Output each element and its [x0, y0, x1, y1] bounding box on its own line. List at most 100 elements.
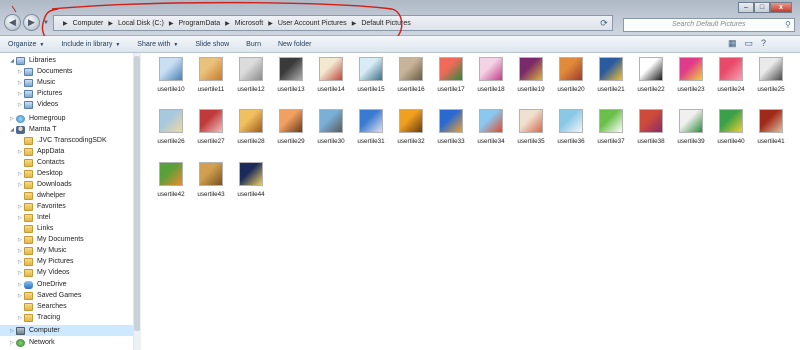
- file-item[interactable]: usertile15: [352, 57, 390, 101]
- preview-pane-icon[interactable]: ▭: [745, 38, 754, 49]
- breadcrumb-item[interactable]: Microsoft: [235, 20, 263, 27]
- file-item[interactable]: usertile40: [712, 109, 750, 153]
- sidebar-item-pictures[interactable]: ▷ Pictures: [16, 88, 62, 99]
- chevron-right-icon[interactable]: ▶: [169, 20, 174, 27]
- sidebar-item-my-pictures[interactable]: ▷ My Pictures: [16, 256, 74, 267]
- sidebar-item-my-documents[interactable]: ▷ My Documents: [16, 234, 84, 245]
- expand-arrow-icon[interactable]: ▷: [16, 248, 24, 254]
- breadcrumb-item[interactable]: Default Pictures: [361, 20, 410, 27]
- sidebar-item-favorites[interactable]: ▷ Favorites: [16, 201, 66, 212]
- search-icon[interactable]: ⚲: [785, 20, 791, 29]
- expand-arrow-icon[interactable]: ▷: [16, 182, 24, 188]
- sidebar-item-music[interactable]: ▷ Music: [16, 77, 55, 88]
- sidebar-item-appdata[interactable]: ▷ AppData: [16, 146, 64, 157]
- expand-arrow-icon[interactable]: ▷: [16, 69, 24, 75]
- breadcrumb-item[interactable]: User Account Pictures: [278, 20, 347, 27]
- file-item[interactable]: usertile24: [712, 57, 750, 101]
- sidebar-item-onedrive[interactable]: ▷ OneDrive: [16, 279, 67, 290]
- file-item[interactable]: usertile33: [432, 109, 470, 153]
- nav-scrollbar-thumb[interactable]: [134, 56, 140, 331]
- sidebar-item-desktop[interactable]: ▷ Desktop: [16, 168, 63, 179]
- recent-pages-dropdown[interactable]: ▼: [43, 20, 49, 26]
- file-item[interactable]: usertile20: [552, 57, 590, 101]
- file-item[interactable]: usertile25: [752, 57, 790, 101]
- expand-arrow-icon[interactable]: ▷: [16, 259, 24, 265]
- file-item[interactable]: usertile42: [152, 162, 190, 206]
- chevron-right-icon[interactable]: ▶: [268, 20, 273, 27]
- chevron-right-icon[interactable]: ▶: [225, 20, 230, 27]
- chevron-right-icon[interactable]: ▶: [352, 20, 357, 27]
- breadcrumb-item[interactable]: Local Disk (C:): [118, 20, 164, 27]
- refresh-icon[interactable]: ⟳: [596, 16, 612, 30]
- chevron-right-icon[interactable]: ▶: [108, 20, 113, 27]
- sidebar-item-libraries[interactable]: ◢ Libraries: [8, 55, 56, 66]
- new-folder-button[interactable]: New folder: [278, 41, 311, 48]
- file-item[interactable]: usertile28: [232, 109, 270, 153]
- minimize-button[interactable]: –: [738, 2, 754, 13]
- sidebar-item-homegroup[interactable]: ▷ Homegroup: [8, 113, 66, 124]
- slide-show-button[interactable]: Slide show: [195, 41, 229, 48]
- file-item[interactable]: usertile21: [592, 57, 630, 101]
- sidebar-item-contacts[interactable]: Contacts: [16, 157, 65, 168]
- file-item[interactable]: usertile11: [192, 57, 230, 101]
- sidebar-item-videos[interactable]: ▷ Videos: [16, 99, 58, 110]
- expand-arrow-icon[interactable]: ▷: [16, 282, 24, 288]
- file-item[interactable]: usertile22: [632, 57, 670, 101]
- collapse-arrow-icon[interactable]: ◢: [8, 58, 16, 64]
- expand-arrow-icon[interactable]: ▷: [16, 149, 24, 155]
- file-item[interactable]: usertile13: [272, 57, 310, 101]
- search-input[interactable]: Search Default Pictures: [623, 18, 795, 32]
- sidebar-item-network[interactable]: ▷ Network: [8, 337, 55, 348]
- expand-arrow-icon[interactable]: ▷: [8, 116, 16, 122]
- file-item[interactable]: usertile18: [472, 57, 510, 101]
- sidebar-item-jvc-transcodingsdk[interactable]: .JVC TranscodingSDK: [16, 135, 107, 146]
- sidebar-item-my-videos[interactable]: ▷ My Videos: [16, 267, 70, 278]
- back-button[interactable]: ◀: [4, 14, 21, 31]
- file-item[interactable]: usertile23: [672, 57, 710, 101]
- sidebar-item-computer[interactable]: ▷ Computer: [0, 325, 133, 336]
- file-item[interactable]: usertile10: [152, 57, 190, 101]
- sidebar-item-searches[interactable]: Searches: [16, 301, 67, 312]
- expand-arrow-icon[interactable]: ▷: [16, 237, 24, 243]
- file-item[interactable]: usertile32: [392, 109, 430, 153]
- view-options-icon[interactable]: ▦: [728, 38, 737, 49]
- include-in-library-button[interactable]: Include in library ▼: [61, 41, 120, 48]
- address-bar[interactable]: ▶ Computer ▶ Local Disk (C:) ▶ ProgramDa…: [53, 15, 613, 31]
- file-item[interactable]: usertile19: [512, 57, 550, 101]
- sidebar-item-links[interactable]: Links: [16, 223, 53, 234]
- maximize-button[interactable]: □: [754, 2, 770, 13]
- expand-arrow-icon[interactable]: ▷: [16, 293, 24, 299]
- expand-arrow-icon[interactable]: ▷: [16, 270, 24, 276]
- file-item[interactable]: usertile44: [232, 162, 270, 206]
- file-item[interactable]: usertile37: [592, 109, 630, 153]
- file-item[interactable]: usertile26: [152, 109, 190, 153]
- sidebar-item-intel[interactable]: ▷ Intel: [16, 212, 50, 223]
- collapse-arrow-icon[interactable]: ◢: [8, 127, 16, 133]
- file-item[interactable]: usertile16: [392, 57, 430, 101]
- close-button[interactable]: x: [770, 2, 792, 13]
- expand-arrow-icon[interactable]: ▷: [16, 215, 24, 221]
- file-item[interactable]: usertile27: [192, 109, 230, 153]
- sidebar-item-tracing[interactable]: ▷ Tracing: [16, 312, 60, 323]
- sidebar-item-my-music[interactable]: ▷ My Music: [16, 245, 67, 256]
- expand-arrow-icon[interactable]: ▷: [16, 315, 24, 321]
- organize-button[interactable]: Organize ▼: [8, 41, 44, 48]
- expand-arrow-icon[interactable]: ▷: [8, 328, 16, 334]
- expand-arrow-icon[interactable]: ▷: [16, 91, 24, 97]
- file-item[interactable]: usertile36: [552, 109, 590, 153]
- sidebar-item-downloads[interactable]: ▷ Downloads: [16, 179, 72, 190]
- expand-arrow-icon[interactable]: ▷: [16, 80, 24, 86]
- sidebar-item-documents[interactable]: ▷ Documents: [16, 66, 72, 77]
- file-item[interactable]: usertile29: [272, 109, 310, 153]
- breadcrumb-item[interactable]: Computer: [73, 20, 104, 27]
- file-item[interactable]: usertile12: [232, 57, 270, 101]
- file-item[interactable]: usertile30: [312, 109, 350, 153]
- burn-button[interactable]: Burn: [246, 41, 261, 48]
- file-item[interactable]: usertile34: [472, 109, 510, 153]
- expand-arrow-icon[interactable]: ▷: [16, 204, 24, 210]
- file-item[interactable]: usertile38: [632, 109, 670, 153]
- file-item[interactable]: usertile14: [312, 57, 350, 101]
- file-item[interactable]: usertile43: [192, 162, 230, 206]
- expand-arrow-icon[interactable]: ▷: [8, 340, 16, 346]
- file-item[interactable]: usertile39: [672, 109, 710, 153]
